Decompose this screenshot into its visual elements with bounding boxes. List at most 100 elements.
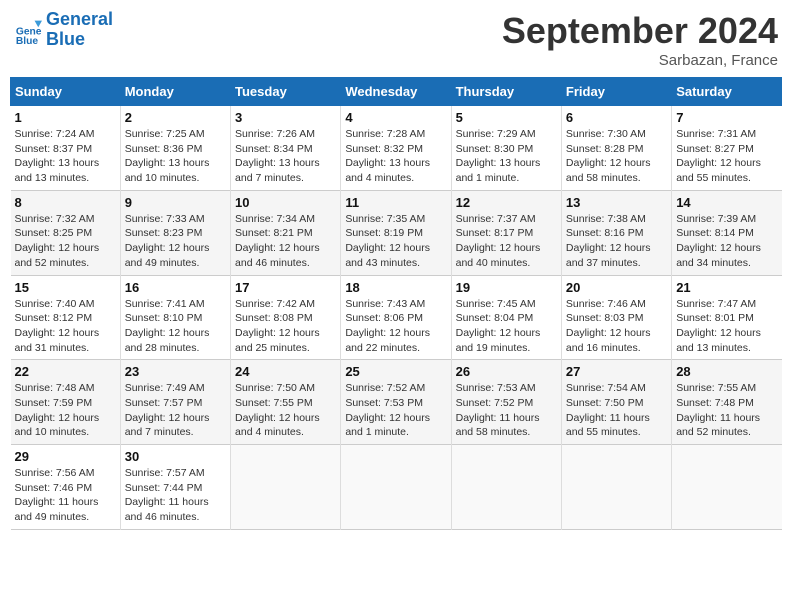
day-detail: Sunrise: 7:25 AM Sunset: 8:36 PM Dayligh… — [125, 127, 226, 186]
day-detail: Sunrise: 7:24 AM Sunset: 8:37 PM Dayligh… — [15, 127, 116, 186]
day-number: 9 — [125, 195, 226, 210]
day-number: 30 — [125, 449, 226, 464]
calendar-cell: 1 Sunrise: 7:24 AM Sunset: 8:37 PM Daylig… — [11, 106, 121, 191]
calendar-cell: 17 Sunrise: 7:42 AM Sunset: 8:08 PM Dayli… — [231, 275, 341, 360]
calendar-cell — [672, 445, 782, 530]
weekday-header-sunday: Sunday — [11, 78, 121, 106]
day-number: 29 — [15, 449, 116, 464]
calendar-header: SundayMondayTuesdayWednesdayThursdayFrid… — [11, 78, 782, 106]
day-detail: Sunrise: 7:56 AM Sunset: 7:46 PM Dayligh… — [15, 466, 116, 525]
weekday-header-tuesday: Tuesday — [231, 78, 341, 106]
day-detail: Sunrise: 7:40 AM Sunset: 8:12 PM Dayligh… — [15, 297, 116, 356]
calendar-cell: 30 Sunrise: 7:57 AM Sunset: 7:44 PM Dayli… — [120, 445, 230, 530]
calendar-cell: 13 Sunrise: 7:38 AM Sunset: 8:16 PM Dayli… — [561, 190, 671, 275]
calendar-cell: 6 Sunrise: 7:30 AM Sunset: 8:28 PM Daylig… — [561, 106, 671, 191]
day-number: 25 — [345, 364, 446, 379]
weekday-header-friday: Friday — [561, 78, 671, 106]
day-number: 5 — [456, 110, 557, 125]
calendar-week-4: 22Sunrise: 7:48 AM Sunset: 7:59 PM Dayli… — [11, 360, 782, 445]
day-number: 13 — [566, 195, 667, 210]
day-detail: Sunrise: 7:37 AM Sunset: 8:17 PM Dayligh… — [456, 212, 557, 271]
day-number: 10 — [235, 195, 336, 210]
day-detail: Sunrise: 7:30 AM Sunset: 8:28 PM Dayligh… — [566, 127, 667, 186]
day-number: 17 — [235, 280, 336, 295]
day-detail: Sunrise: 7:28 AM Sunset: 8:32 PM Dayligh… — [345, 127, 446, 186]
calendar-week-5: 29 Sunrise: 7:56 AM Sunset: 7:46 PM Dayli… — [11, 445, 782, 530]
day-number: 23 — [125, 364, 226, 379]
day-number: 15 — [15, 280, 116, 295]
day-detail: Sunrise: 7:52 AM Sunset: 7:53 PM Dayligh… — [345, 381, 446, 440]
calendar-cell — [231, 445, 341, 530]
day-detail: Sunrise: 7:49 AM Sunset: 7:57 PM Dayligh… — [125, 381, 226, 440]
day-detail: Sunrise: 7:50 AM Sunset: 7:55 PM Dayligh… — [235, 381, 336, 440]
calendar-cell: 4 Sunrise: 7:28 AM Sunset: 8:32 PM Daylig… — [341, 106, 451, 191]
day-number: 24 — [235, 364, 336, 379]
day-detail: Sunrise: 7:57 AM Sunset: 7:44 PM Dayligh… — [125, 466, 226, 525]
day-detail: Sunrise: 7:53 AM Sunset: 7:52 PM Dayligh… — [456, 381, 557, 440]
day-number: 28 — [676, 364, 777, 379]
logo-icon: General Blue — [14, 16, 42, 44]
day-number: 3 — [235, 110, 336, 125]
calendar-cell: 3Sunrise: 7:26 AM Sunset: 8:34 PM Daylig… — [231, 106, 341, 191]
weekday-header-thursday: Thursday — [451, 78, 561, 106]
day-number: 7 — [676, 110, 777, 125]
calendar-week-1: 1 Sunrise: 7:24 AM Sunset: 8:37 PM Daylig… — [11, 106, 782, 191]
calendar-cell: 18Sunrise: 7:43 AM Sunset: 8:06 PM Dayli… — [341, 275, 451, 360]
calendar-week-3: 15 Sunrise: 7:40 AM Sunset: 8:12 PM Dayli… — [11, 275, 782, 360]
day-detail: Sunrise: 7:34 AM Sunset: 8:21 PM Dayligh… — [235, 212, 336, 271]
month-title: September 2024 — [502, 10, 778, 52]
calendar-week-2: 8 Sunrise: 7:32 AM Sunset: 8:25 PM Daylig… — [11, 190, 782, 275]
day-number: 18 — [345, 280, 446, 295]
day-number: 14 — [676, 195, 777, 210]
calendar-cell: 14Sunrise: 7:39 AM Sunset: 8:14 PM Dayli… — [672, 190, 782, 275]
day-number: 26 — [456, 364, 557, 379]
svg-text:Blue: Blue — [16, 36, 39, 44]
calendar-cell: 11Sunrise: 7:35 AM Sunset: 8:19 PM Dayli… — [341, 190, 451, 275]
logo-text: GeneralBlue — [46, 10, 113, 50]
day-number: 8 — [15, 195, 116, 210]
calendar-cell — [561, 445, 671, 530]
day-detail: Sunrise: 7:33 AM Sunset: 8:23 PM Dayligh… — [125, 212, 226, 271]
day-number: 6 — [566, 110, 667, 125]
calendar-cell: 12 Sunrise: 7:37 AM Sunset: 8:17 PM Dayli… — [451, 190, 561, 275]
day-number: 19 — [456, 280, 557, 295]
calendar-cell: 27 Sunrise: 7:54 AM Sunset: 7:50 PM Dayli… — [561, 360, 671, 445]
calendar-cell — [341, 445, 451, 530]
calendar-cell: 19Sunrise: 7:45 AM Sunset: 8:04 PM Dayli… — [451, 275, 561, 360]
calendar-cell: 26 Sunrise: 7:53 AM Sunset: 7:52 PM Dayli… — [451, 360, 561, 445]
day-detail: Sunrise: 7:55 AM Sunset: 7:48 PM Dayligh… — [676, 381, 777, 440]
day-number: 21 — [676, 280, 777, 295]
day-number: 27 — [566, 364, 667, 379]
day-detail: Sunrise: 7:42 AM Sunset: 8:08 PM Dayligh… — [235, 297, 336, 356]
weekday-header-monday: Monday — [120, 78, 230, 106]
calendar-cell: 28 Sunrise: 7:55 AM Sunset: 7:48 PM Dayli… — [672, 360, 782, 445]
calendar-cell — [451, 445, 561, 530]
day-number: 4 — [345, 110, 446, 125]
day-detail: Sunrise: 7:48 AM Sunset: 7:59 PM Dayligh… — [15, 381, 116, 440]
day-number: 12 — [456, 195, 557, 210]
calendar-cell: 21Sunrise: 7:47 AM Sunset: 8:01 PM Dayli… — [672, 275, 782, 360]
day-detail: Sunrise: 7:54 AM Sunset: 7:50 PM Dayligh… — [566, 381, 667, 440]
calendar-cell: 23 Sunrise: 7:49 AM Sunset: 7:57 PM Dayli… — [120, 360, 230, 445]
day-number: 2 — [125, 110, 226, 125]
calendar-cell: 15 Sunrise: 7:40 AM Sunset: 8:12 PM Dayli… — [11, 275, 121, 360]
day-detail: Sunrise: 7:31 AM Sunset: 8:27 PM Dayligh… — [676, 127, 777, 186]
day-detail: Sunrise: 7:32 AM Sunset: 8:25 PM Dayligh… — [15, 212, 116, 271]
calendar-cell: 29 Sunrise: 7:56 AM Sunset: 7:46 PM Dayli… — [11, 445, 121, 530]
day-detail: Sunrise: 7:46 AM Sunset: 8:03 PM Dayligh… — [566, 297, 667, 356]
location-subtitle: Sarbazan, France — [502, 52, 778, 69]
day-detail: Sunrise: 7:29 AM Sunset: 8:30 PM Dayligh… — [456, 127, 557, 186]
calendar-cell: 22Sunrise: 7:48 AM Sunset: 7:59 PM Dayli… — [11, 360, 121, 445]
day-detail: Sunrise: 7:38 AM Sunset: 8:16 PM Dayligh… — [566, 212, 667, 271]
day-detail: Sunrise: 7:41 AM Sunset: 8:10 PM Dayligh… — [125, 297, 226, 356]
calendar-cell: 2 Sunrise: 7:25 AM Sunset: 8:36 PM Daylig… — [120, 106, 230, 191]
day-detail: Sunrise: 7:35 AM Sunset: 8:19 PM Dayligh… — [345, 212, 446, 271]
day-number: 1 — [15, 110, 116, 125]
calendar-cell: 20 Sunrise: 7:46 AM Sunset: 8:03 PM Dayli… — [561, 275, 671, 360]
day-number: 20 — [566, 280, 667, 295]
calendar-cell: 5 Sunrise: 7:29 AM Sunset: 8:30 PM Daylig… — [451, 106, 561, 191]
day-number: 16 — [125, 280, 226, 295]
weekday-header-wednesday: Wednesday — [341, 78, 451, 106]
logo: General Blue GeneralBlue — [14, 10, 113, 50]
page-header: General Blue GeneralBlue September 2024 … — [10, 10, 782, 69]
